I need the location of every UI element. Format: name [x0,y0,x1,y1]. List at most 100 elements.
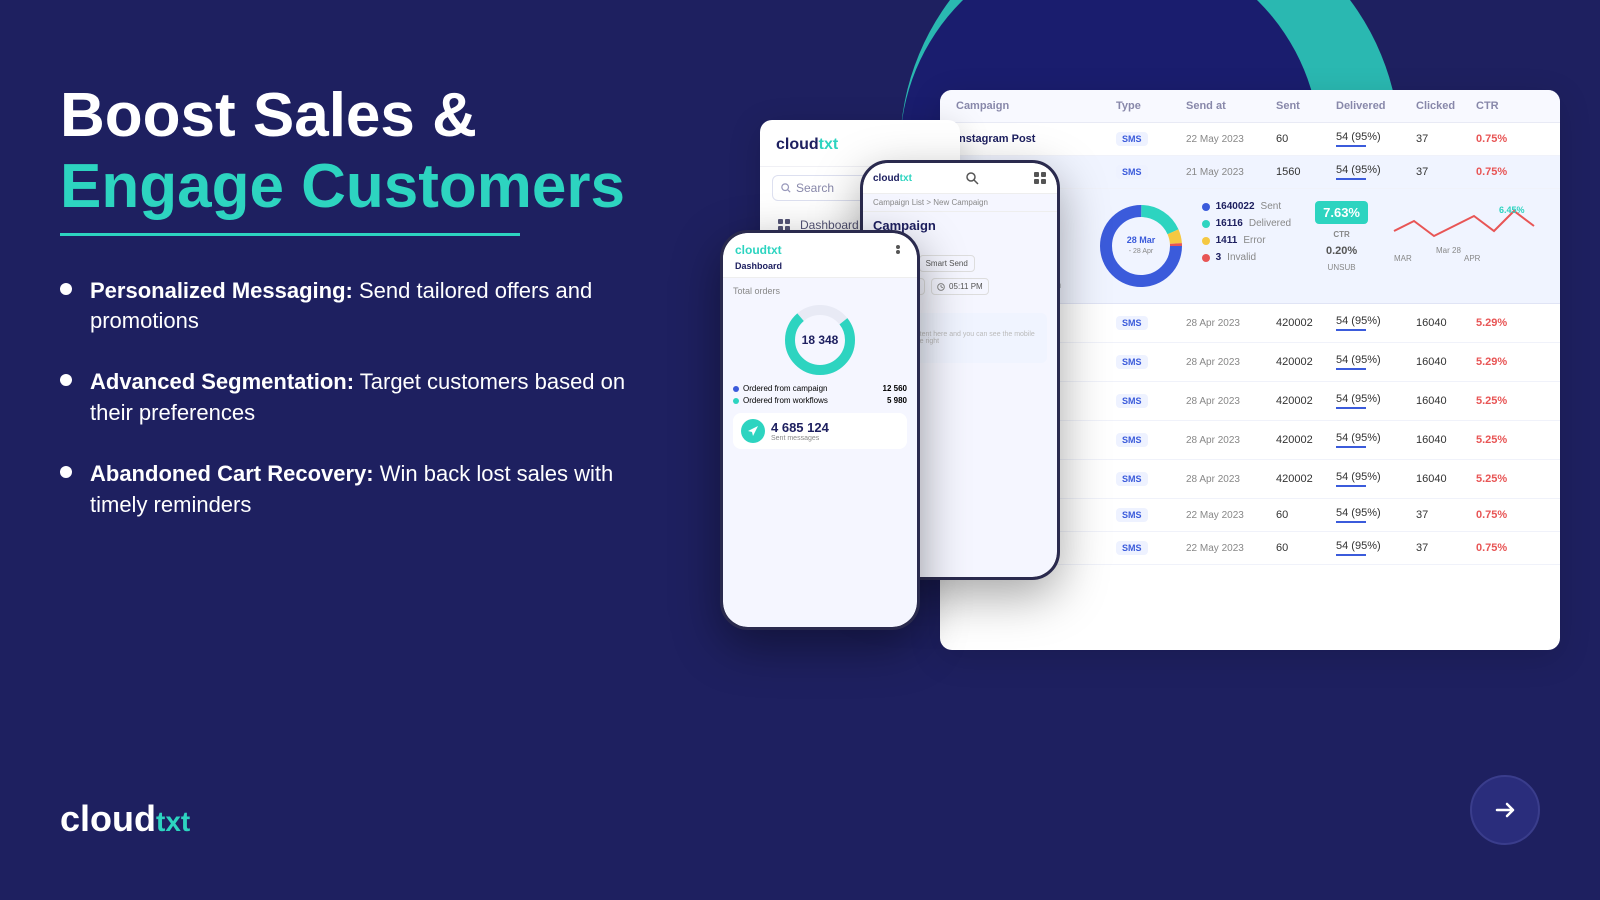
unsub-value: 0.20% [1326,245,1357,257]
table-row[interactable]: Instagram Post SMS 22 May 2023 60 54 (95… [940,123,1560,156]
error-dot [1202,237,1210,245]
date-cell: 22 May 2023 [1186,543,1276,554]
delivered-label: Delivered [1249,218,1291,229]
col-type: Type [1116,100,1186,112]
total-orders-label: Total orders [733,286,907,296]
feature-bold-1: Personalized Messaging: [90,278,353,303]
sent-cell: 420002 [1276,356,1336,368]
send-icon [741,419,765,443]
fb-ctr: 0.75% [1476,166,1531,178]
breadcrumb: Campaign List > New Campaign [863,194,1057,212]
bullet-1 [60,283,72,295]
feature-text-1: Personalized Messaging: Send tailored of… [90,276,660,338]
order-row-campaign: Ordered from campaign 12 560 [733,384,907,393]
phone-content-1: Total orders 18 348 Ordered from campaig… [723,278,917,457]
delivered-value: 16116 [1216,218,1243,229]
stat-text-wrap: 4 685 124 Sent messages [771,420,829,442]
ctr-badge: 7.63% [1315,201,1368,224]
sent-dot [1202,203,1210,211]
svg-text:- 28 Apr: - 28 Apr [1128,248,1153,255]
grid-icon-2[interactable] [1033,171,1047,185]
invalid-value: 3 [1216,252,1222,263]
smart-send-btn[interactable]: Smart Send [919,255,975,272]
delivered-cell: 54 (95%) [1336,471,1416,487]
svg-text:28 Mar: 28 Mar [1126,235,1155,245]
dashboard-label: Dashboard [735,261,782,271]
col-ctr: CTR [1476,100,1531,112]
type-badge: SMS [1116,355,1148,369]
search-icon[interactable] [965,171,979,185]
col-campaign: Campaign [956,100,1116,112]
type-badge: SMS [1116,472,1148,486]
ordered-from-campaign: Ordered from campaign [743,384,827,393]
delivered-cell: 54 (95%) [1336,507,1416,523]
phone-nav-1: Dashboard [735,261,905,271]
date-cell: 28 Apr 2023 [1186,396,1276,407]
unsub-label: UNSUB [1328,263,1356,272]
ctr-cell: 0.75% [1476,133,1531,145]
feature-text-2: Advanced Segmentation: Target customers … [90,367,660,429]
type-badge: SMS [1116,394,1148,408]
phone-logo-1: cloudtxt [735,243,905,257]
next-arrow-button[interactable] [1470,775,1540,845]
phone-header-1: cloudtxt Dashboard [723,233,917,278]
phone2-logo: cloudtxt [873,173,912,184]
ctr-cell: 0.75% [1476,509,1531,521]
phone2-logo-wrap: cloudtxt [873,173,912,184]
clicked-cell: 16040 [1416,317,1476,329]
ctr-label: CTR [1333,230,1349,239]
delivered-cell: 54 (95%) [1336,540,1416,556]
ctr-cell: 5.29% [1476,317,1531,329]
sent-value: 1640022 [1216,201,1255,212]
delivered-cell: 54 (95%) [1336,432,1416,448]
clicked-cell: 16040 [1416,473,1476,485]
ctr-cell: 0.75% [1476,542,1531,554]
type-badge: SMS [1116,316,1148,330]
workflows-val: 5 980 [887,396,907,405]
invalid-label: Invalid [1227,252,1256,263]
ctr-cell: 5.29% [1476,356,1531,368]
campaign-val: 12 560 [883,384,907,393]
type-badge: SMS [1116,508,1148,522]
phone-screen-1: cloudtxt Dashboard Total orders 18 348 [723,233,917,627]
clicked-cell: 16040 [1416,434,1476,446]
feature-item-2: Advanced Segmentation: Target customers … [60,367,660,429]
date-cell: 28 Apr 2023 [1186,474,1276,485]
mockup-area: cloudtxt Search Dashboard Campaigns Camp… [700,0,1600,900]
delivered-cell: 54 (95%) [1336,315,1416,331]
svg-text:18 348: 18 348 [802,333,839,347]
type-badge: SMS [1116,541,1148,555]
feature-bold-3: Abandoned Cart Recovery: [90,461,374,486]
phone-mockup-dashboard: cloudtxt Dashboard Total orders 18 348 [720,230,920,630]
sent-messages-label: Sent messages [771,435,829,442]
campaign-dot [733,386,739,392]
sent-messages-num: 4 685 124 [771,420,829,435]
svg-text:Mar 28: Mar 28 [1436,246,1461,255]
fb-type-badge: SMS [1116,165,1148,179]
order-row-workflows: Ordered from workflows 5 980 [733,396,907,405]
time-input[interactable]: 05:11 PM [931,278,989,295]
sidebar-logo-txt: txt [819,136,839,153]
phone2-header: cloudtxt [863,163,1057,194]
time-value: 05:11 PM [949,282,983,291]
feature-item-1: Personalized Messaging: Send tailored of… [60,276,660,338]
date-cell: 28 Apr 2023 [1186,357,1276,368]
sent-cell: 60 [1276,509,1336,521]
delivered-cell: 54 (95%) [1336,131,1416,147]
error-value: 1411 [1216,235,1238,246]
features-list: Personalized Messaging: Send tailored of… [60,276,660,521]
ctr-cell: 5.25% [1476,395,1531,407]
fb-clicked: 37 [1416,166,1476,178]
feature-bold-2: Advanced Segmentation: [90,369,354,394]
logo-cloud-text: cloud [60,798,156,840]
headline-line1: Boost Sales & [60,80,660,151]
sent-cell: 420002 [1276,395,1336,407]
left-content: Boost Sales & Engage Customers Personali… [60,80,660,570]
feature-text-3: Abandoned Cart Recovery: Win back lost s… [90,459,660,521]
clicked-cell: 16040 [1416,356,1476,368]
search-placeholder: Search [796,181,834,195]
ctr-cell: 5.25% [1476,473,1531,485]
fb-stats: 1640022 Sent 16116 Delivered 1411 Error … [1202,201,1292,263]
stat-sent: 1640022 Sent [1202,201,1292,212]
date-cell: 28 Apr 2023 [1186,318,1276,329]
